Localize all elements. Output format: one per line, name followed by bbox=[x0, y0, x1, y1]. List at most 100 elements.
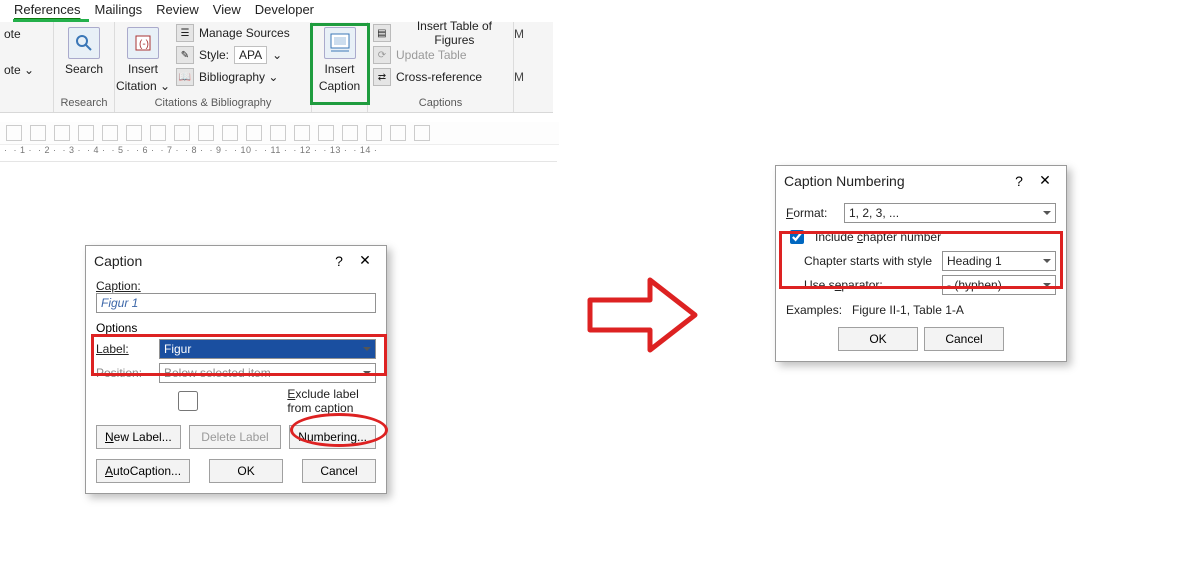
format-select-value: 1, 2, 3, ... bbox=[849, 206, 899, 220]
mini-icon[interactable] bbox=[246, 125, 262, 141]
style-selector[interactable]: ✎ Style: APA ⌄ bbox=[171, 44, 311, 66]
chapter-style-label: Chapter starts with style bbox=[804, 254, 934, 268]
mini-icon[interactable] bbox=[6, 125, 22, 141]
position-select-value: Below selected item bbox=[164, 366, 271, 380]
help-button[interactable]: ? bbox=[326, 253, 352, 269]
new-label-button[interactable]: New Label... bbox=[96, 425, 181, 449]
bibliography-label: Bibliography ⌄ bbox=[199, 70, 278, 84]
insert-citation-label2: Citation ⌄ bbox=[116, 80, 170, 93]
tab-mailings[interactable]: Mailings bbox=[94, 0, 142, 22]
ribbon-tabs: References Mailings Review View Develope… bbox=[0, 0, 1192, 22]
mini-icon[interactable] bbox=[390, 125, 406, 141]
position-select: Below selected item bbox=[159, 363, 376, 383]
mini-icon[interactable] bbox=[366, 125, 382, 141]
mini-icon[interactable] bbox=[54, 125, 70, 141]
cross-reference-label: Cross-reference bbox=[396, 70, 482, 84]
insert-caption-icon bbox=[324, 27, 356, 59]
tab-view[interactable]: View bbox=[213, 0, 241, 22]
caption-input[interactable] bbox=[96, 293, 376, 313]
mini-icon[interactable] bbox=[174, 125, 190, 141]
mini-icon[interactable] bbox=[414, 125, 430, 141]
search-button[interactable]: Search bbox=[54, 22, 114, 76]
mini-icon[interactable] bbox=[198, 125, 214, 141]
caption-field-label: Caption: bbox=[96, 279, 141, 293]
manage-sources-label: Manage Sources bbox=[199, 26, 290, 40]
style-dropdown-icon[interactable]: ⌄ bbox=[272, 48, 282, 62]
insert-citation-button[interactable]: (-) Insert Citation ⌄ bbox=[115, 22, 171, 94]
caption-numbering-dialog-title: Caption Numbering bbox=[784, 173, 905, 189]
mini-icon[interactable] bbox=[318, 125, 334, 141]
bibliography-button[interactable]: 📖 Bibliography ⌄ bbox=[171, 66, 311, 88]
manage-sources-icon: ☰ bbox=[176, 24, 194, 42]
svg-text:(-): (-) bbox=[139, 39, 149, 50]
mini-icon[interactable] bbox=[150, 125, 166, 141]
search-label: Search bbox=[65, 63, 103, 76]
update-table-label: Update Table bbox=[396, 48, 467, 62]
separator-select[interactable]: - (hyphen) bbox=[942, 275, 1056, 295]
insert-tof-label: Insert Table of Figures bbox=[396, 19, 513, 47]
footnote-partial-top[interactable]: ote bbox=[0, 22, 53, 41]
ribbon: ote ote ⌄ Search Research (-) Insert Cit… bbox=[0, 22, 553, 113]
research-group-label: Research bbox=[54, 97, 114, 109]
ok-button[interactable]: OK bbox=[838, 327, 918, 351]
cross-reference-icon: ⇄ bbox=[373, 68, 391, 86]
mini-icon[interactable] bbox=[294, 125, 310, 141]
autocaption-button[interactable]: AutoCaption... bbox=[96, 459, 190, 483]
options-section-label: Options bbox=[96, 321, 376, 335]
update-table-button: ⟳ Update Table bbox=[368, 44, 513, 66]
style-label: Style: bbox=[199, 48, 229, 62]
insert-caption-button[interactable]: Insert Caption bbox=[312, 22, 367, 93]
delete-label-button: Delete Label bbox=[189, 425, 281, 449]
citations-group-label: Citations & Bibliography bbox=[115, 97, 311, 109]
cancel-button[interactable]: Cancel bbox=[924, 327, 1004, 351]
search-icon bbox=[68, 27, 100, 59]
separator-value: - (hyphen) bbox=[947, 278, 1002, 292]
include-chapter-checkbox[interactable] bbox=[790, 230, 804, 244]
chapter-style-select[interactable]: Heading 1 bbox=[942, 251, 1056, 271]
mini-icon[interactable] bbox=[126, 125, 142, 141]
mini-toolbar bbox=[0, 122, 559, 145]
insert-citation-label1: Insert bbox=[128, 63, 158, 76]
bibliography-icon: 📖 bbox=[176, 68, 194, 86]
manage-sources-button[interactable]: ☰ Manage Sources bbox=[171, 22, 311, 44]
footnote-partial-bottom[interactable]: ote ⌄ bbox=[0, 41, 53, 77]
ok-button[interactable]: OK bbox=[209, 459, 283, 483]
label-select-value: Figur bbox=[164, 342, 191, 356]
caption-dialog: Caption ? ✕ Caption: Options Label: Figu… bbox=[85, 245, 387, 494]
update-table-icon: ⟳ bbox=[373, 46, 391, 64]
horizontal-ruler[interactable]: · · 1 · · 2 · · 3 · · 4 · · 5 · · 6 · · … bbox=[0, 145, 557, 162]
caption-numbering-dialog: Caption Numbering ? ✕ Format: 1, 2, 3, .… bbox=[775, 165, 1067, 362]
position-field-label: Position: bbox=[96, 366, 151, 380]
exclude-label-checkbox[interactable] bbox=[100, 391, 276, 411]
format-select[interactable]: 1, 2, 3, ... bbox=[844, 203, 1056, 223]
ribbon-more-partial[interactable]: M M bbox=[514, 22, 534, 112]
cross-reference-button[interactable]: ⇄ Cross-reference bbox=[368, 66, 513, 88]
examples-label: Examples: bbox=[786, 303, 842, 317]
numbering-button[interactable]: Numbering... bbox=[289, 425, 376, 449]
arrow-icon bbox=[580, 270, 700, 360]
label-select[interactable]: Figur bbox=[159, 339, 376, 359]
exclude-label-text: EExclude label from captionxclude label … bbox=[287, 387, 376, 415]
label-field-label: Label: bbox=[96, 342, 129, 356]
insert-tof-button[interactable]: ▤ Insert Table of Figures bbox=[368, 22, 513, 44]
help-button[interactable]: ? bbox=[1006, 173, 1032, 189]
close-button[interactable]: ✕ bbox=[352, 252, 378, 269]
captions-group-label: Captions bbox=[368, 97, 513, 109]
insert-citation-icon: (-) bbox=[127, 27, 159, 59]
mini-icon[interactable] bbox=[102, 125, 118, 141]
style-value[interactable]: APA bbox=[234, 46, 267, 64]
cancel-button[interactable]: Cancel bbox=[302, 459, 376, 483]
separator-label: Use separator: bbox=[804, 278, 934, 292]
close-button[interactable]: ✕ bbox=[1032, 172, 1058, 189]
tab-developer[interactable]: Developer bbox=[255, 0, 314, 22]
insert-caption-label1: Insert bbox=[324, 63, 354, 76]
mini-icon[interactable] bbox=[222, 125, 238, 141]
insert-tof-icon: ▤ bbox=[373, 24, 391, 42]
chapter-style-value: Heading 1 bbox=[947, 254, 1002, 268]
mini-icon[interactable] bbox=[78, 125, 94, 141]
mini-icon[interactable] bbox=[342, 125, 358, 141]
tab-review[interactable]: Review bbox=[156, 0, 199, 22]
mini-icon[interactable] bbox=[30, 125, 46, 141]
include-chapter-label: Include chapter number bbox=[815, 230, 941, 244]
mini-icon[interactable] bbox=[270, 125, 286, 141]
